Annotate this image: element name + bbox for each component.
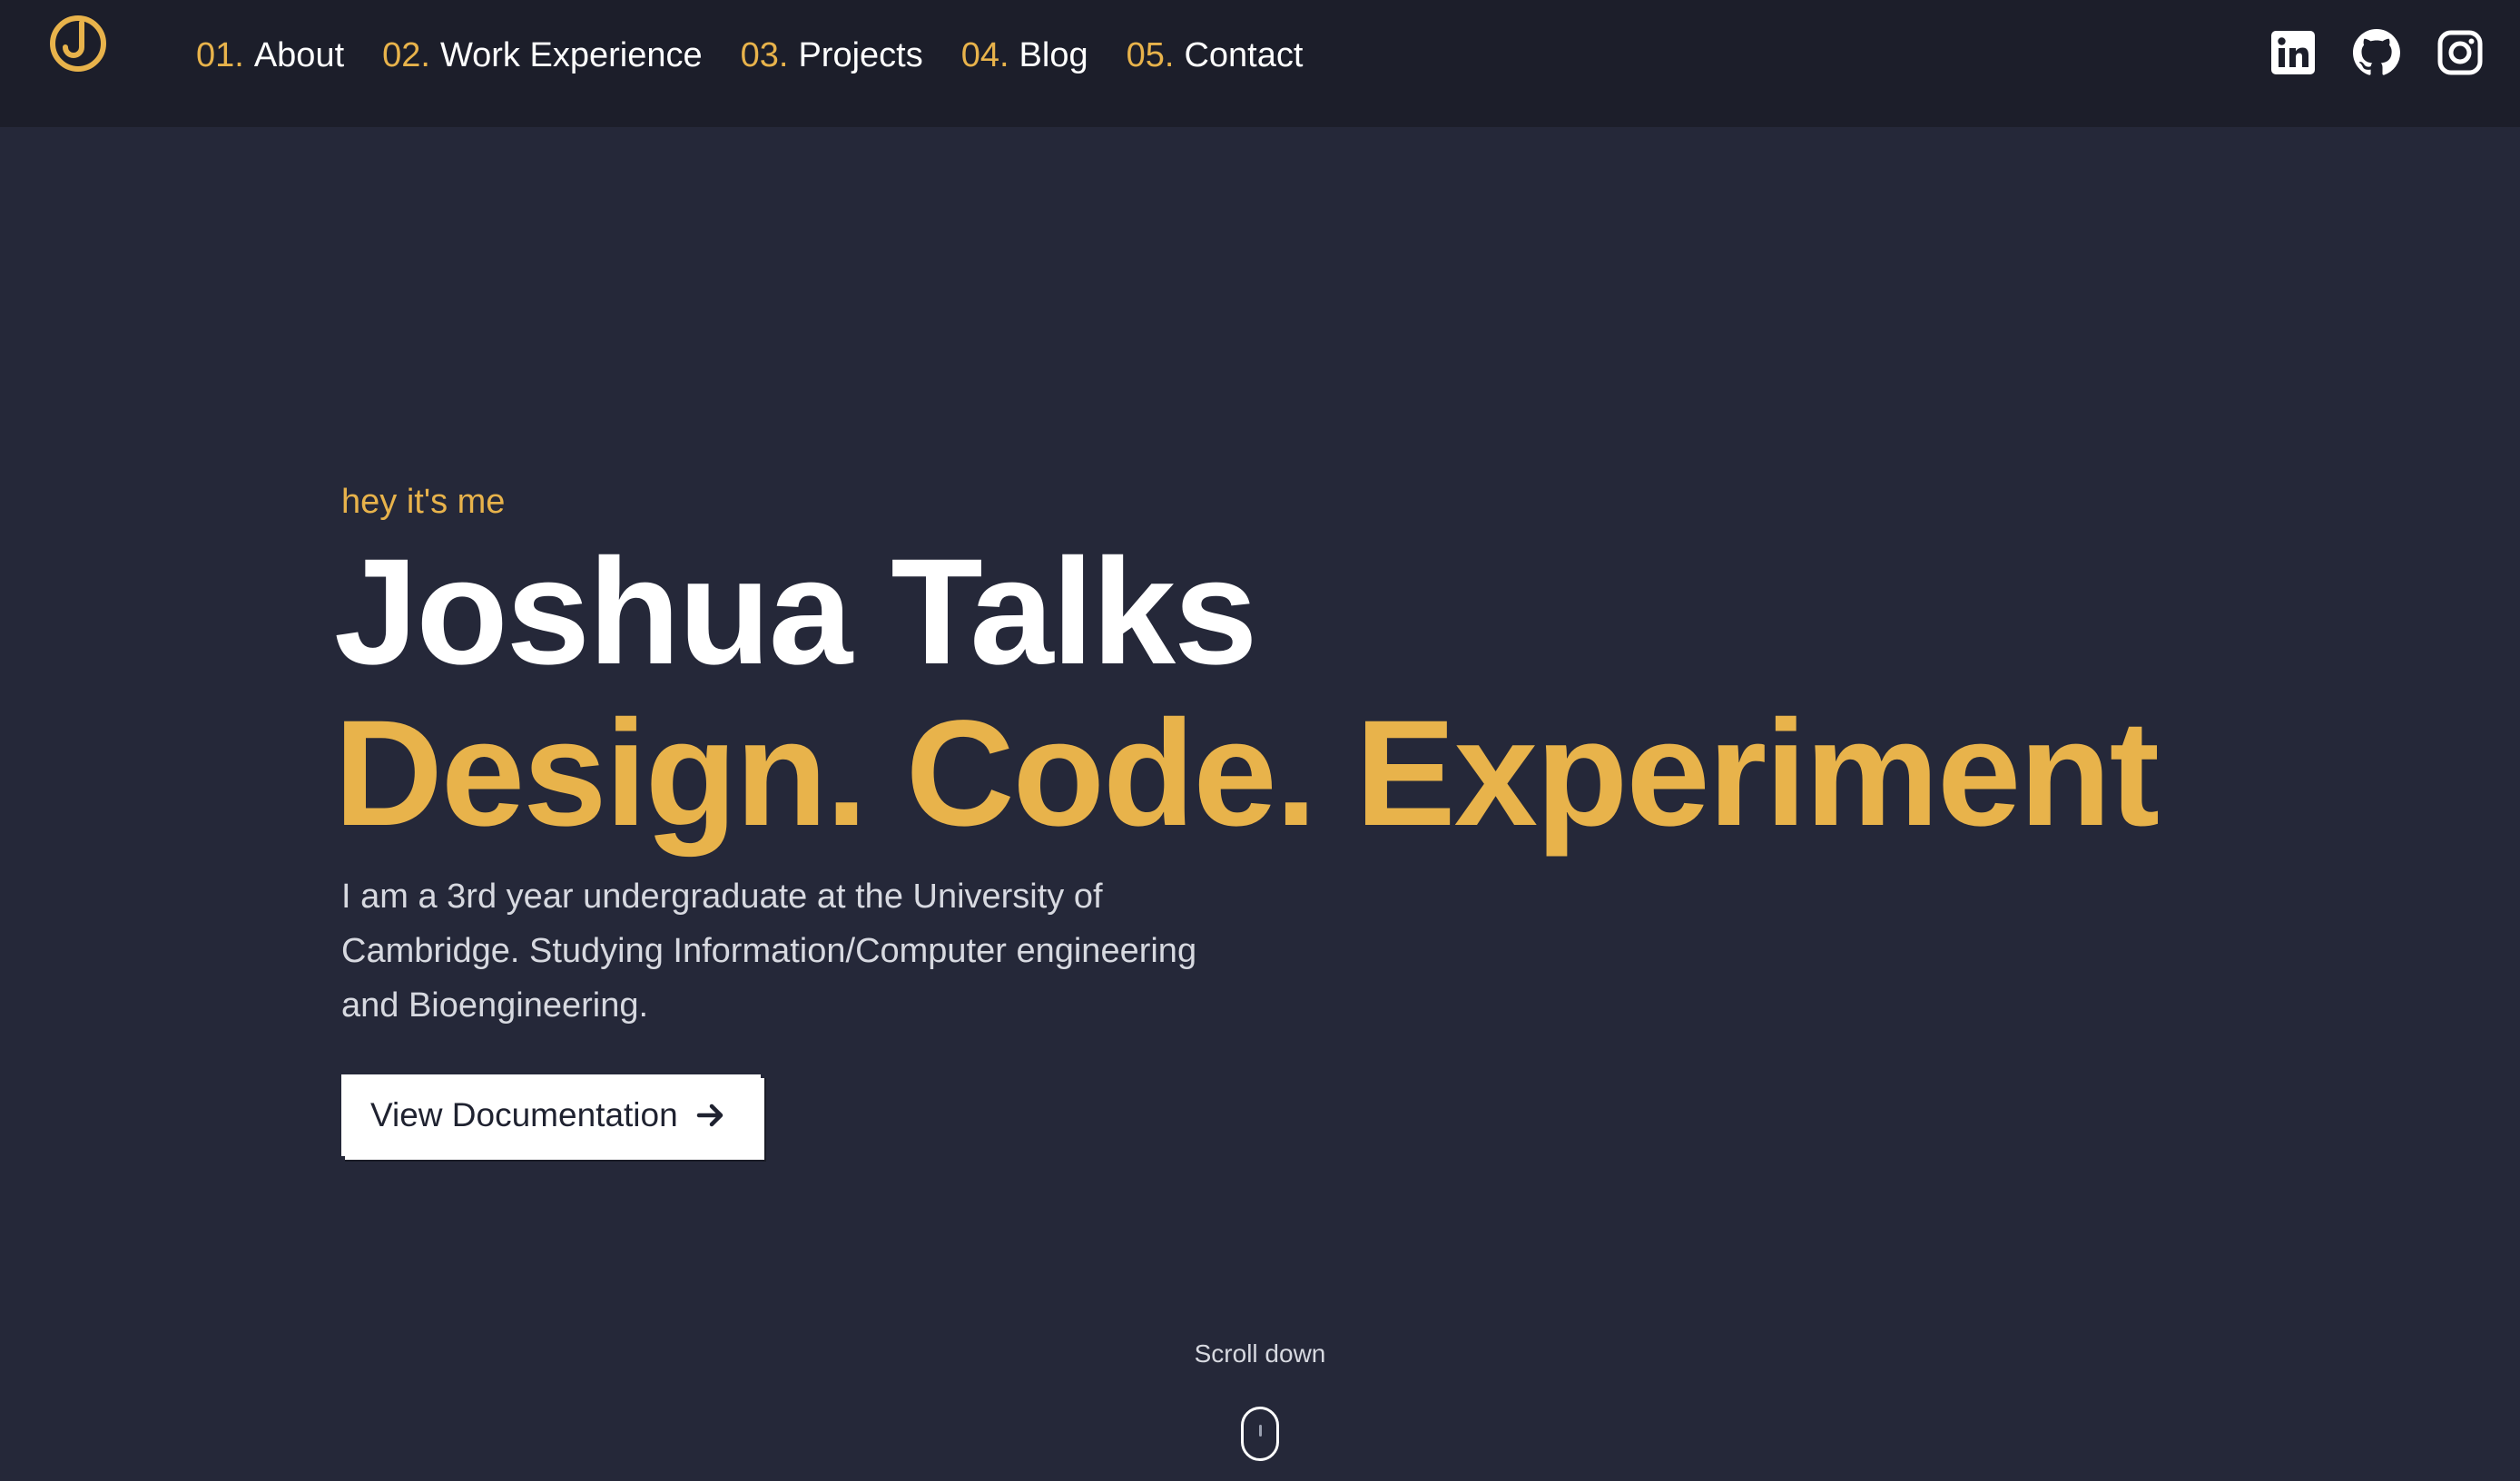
mouse-scroll-icon[interactable] (1241, 1407, 1279, 1461)
nav-item-number: 03. (740, 36, 789, 74)
logo-icon[interactable] (45, 11, 111, 76)
hero-intro: I am a 3rd year undergraduate at the Uni… (341, 878, 1197, 1025)
nav-item-about[interactable]: 01. About (196, 24, 344, 87)
hero-section: hey it's me Joshua Talks Design. Code. E… (334, 472, 2429, 1156)
linkedin-icon[interactable] (2269, 29, 2317, 76)
nav-item-label: About (253, 36, 345, 74)
hero-tagline: Design. Code. Experiment (334, 690, 2160, 858)
nav-item-number: 05. (1126, 36, 1175, 74)
nav-item-number: 04. (960, 36, 1009, 74)
nav-item-number: 02. (382, 36, 430, 74)
top-navbar: 01. About 02. Work Experience 03. Projec… (0, 0, 2520, 127)
view-documentation-label: View Documentation (370, 1096, 678, 1133)
social-links (2269, 29, 2484, 76)
view-documentation-button[interactable]: View Documentation (341, 1074, 761, 1156)
nav-item-label: Work Experience (439, 36, 703, 74)
nav-item-label: Projects (798, 36, 923, 74)
page: 01. About 02. Work Experience 03. Projec… (0, 0, 2520, 1481)
nav-item-contact[interactable]: 05. Contact (1127, 24, 1304, 87)
scroll-down-label: Scroll down (1194, 1339, 1326, 1368)
nav-item-label: Contact (1184, 36, 1304, 74)
nav-item-number: 01. (196, 36, 244, 74)
github-icon[interactable] (2353, 29, 2400, 76)
nav-item-work-experience[interactable]: 02. Work Experience (382, 24, 702, 87)
arrow-right-icon (694, 1099, 727, 1132)
instagram-icon[interactable] (2436, 29, 2484, 76)
hero-name: Joshua Talks (334, 528, 1257, 696)
nav-item-label: Blog (1019, 36, 1088, 74)
nav-item-blog[interactable]: 04. Blog (961, 24, 1088, 87)
main-nav: 01. About 02. Work Experience 03. Projec… (196, 24, 1303, 87)
hero-kicker: hey it's me (341, 483, 506, 521)
scroll-indicator: Scroll down (0, 1334, 2520, 1461)
nav-item-projects[interactable]: 03. Projects (741, 24, 923, 87)
